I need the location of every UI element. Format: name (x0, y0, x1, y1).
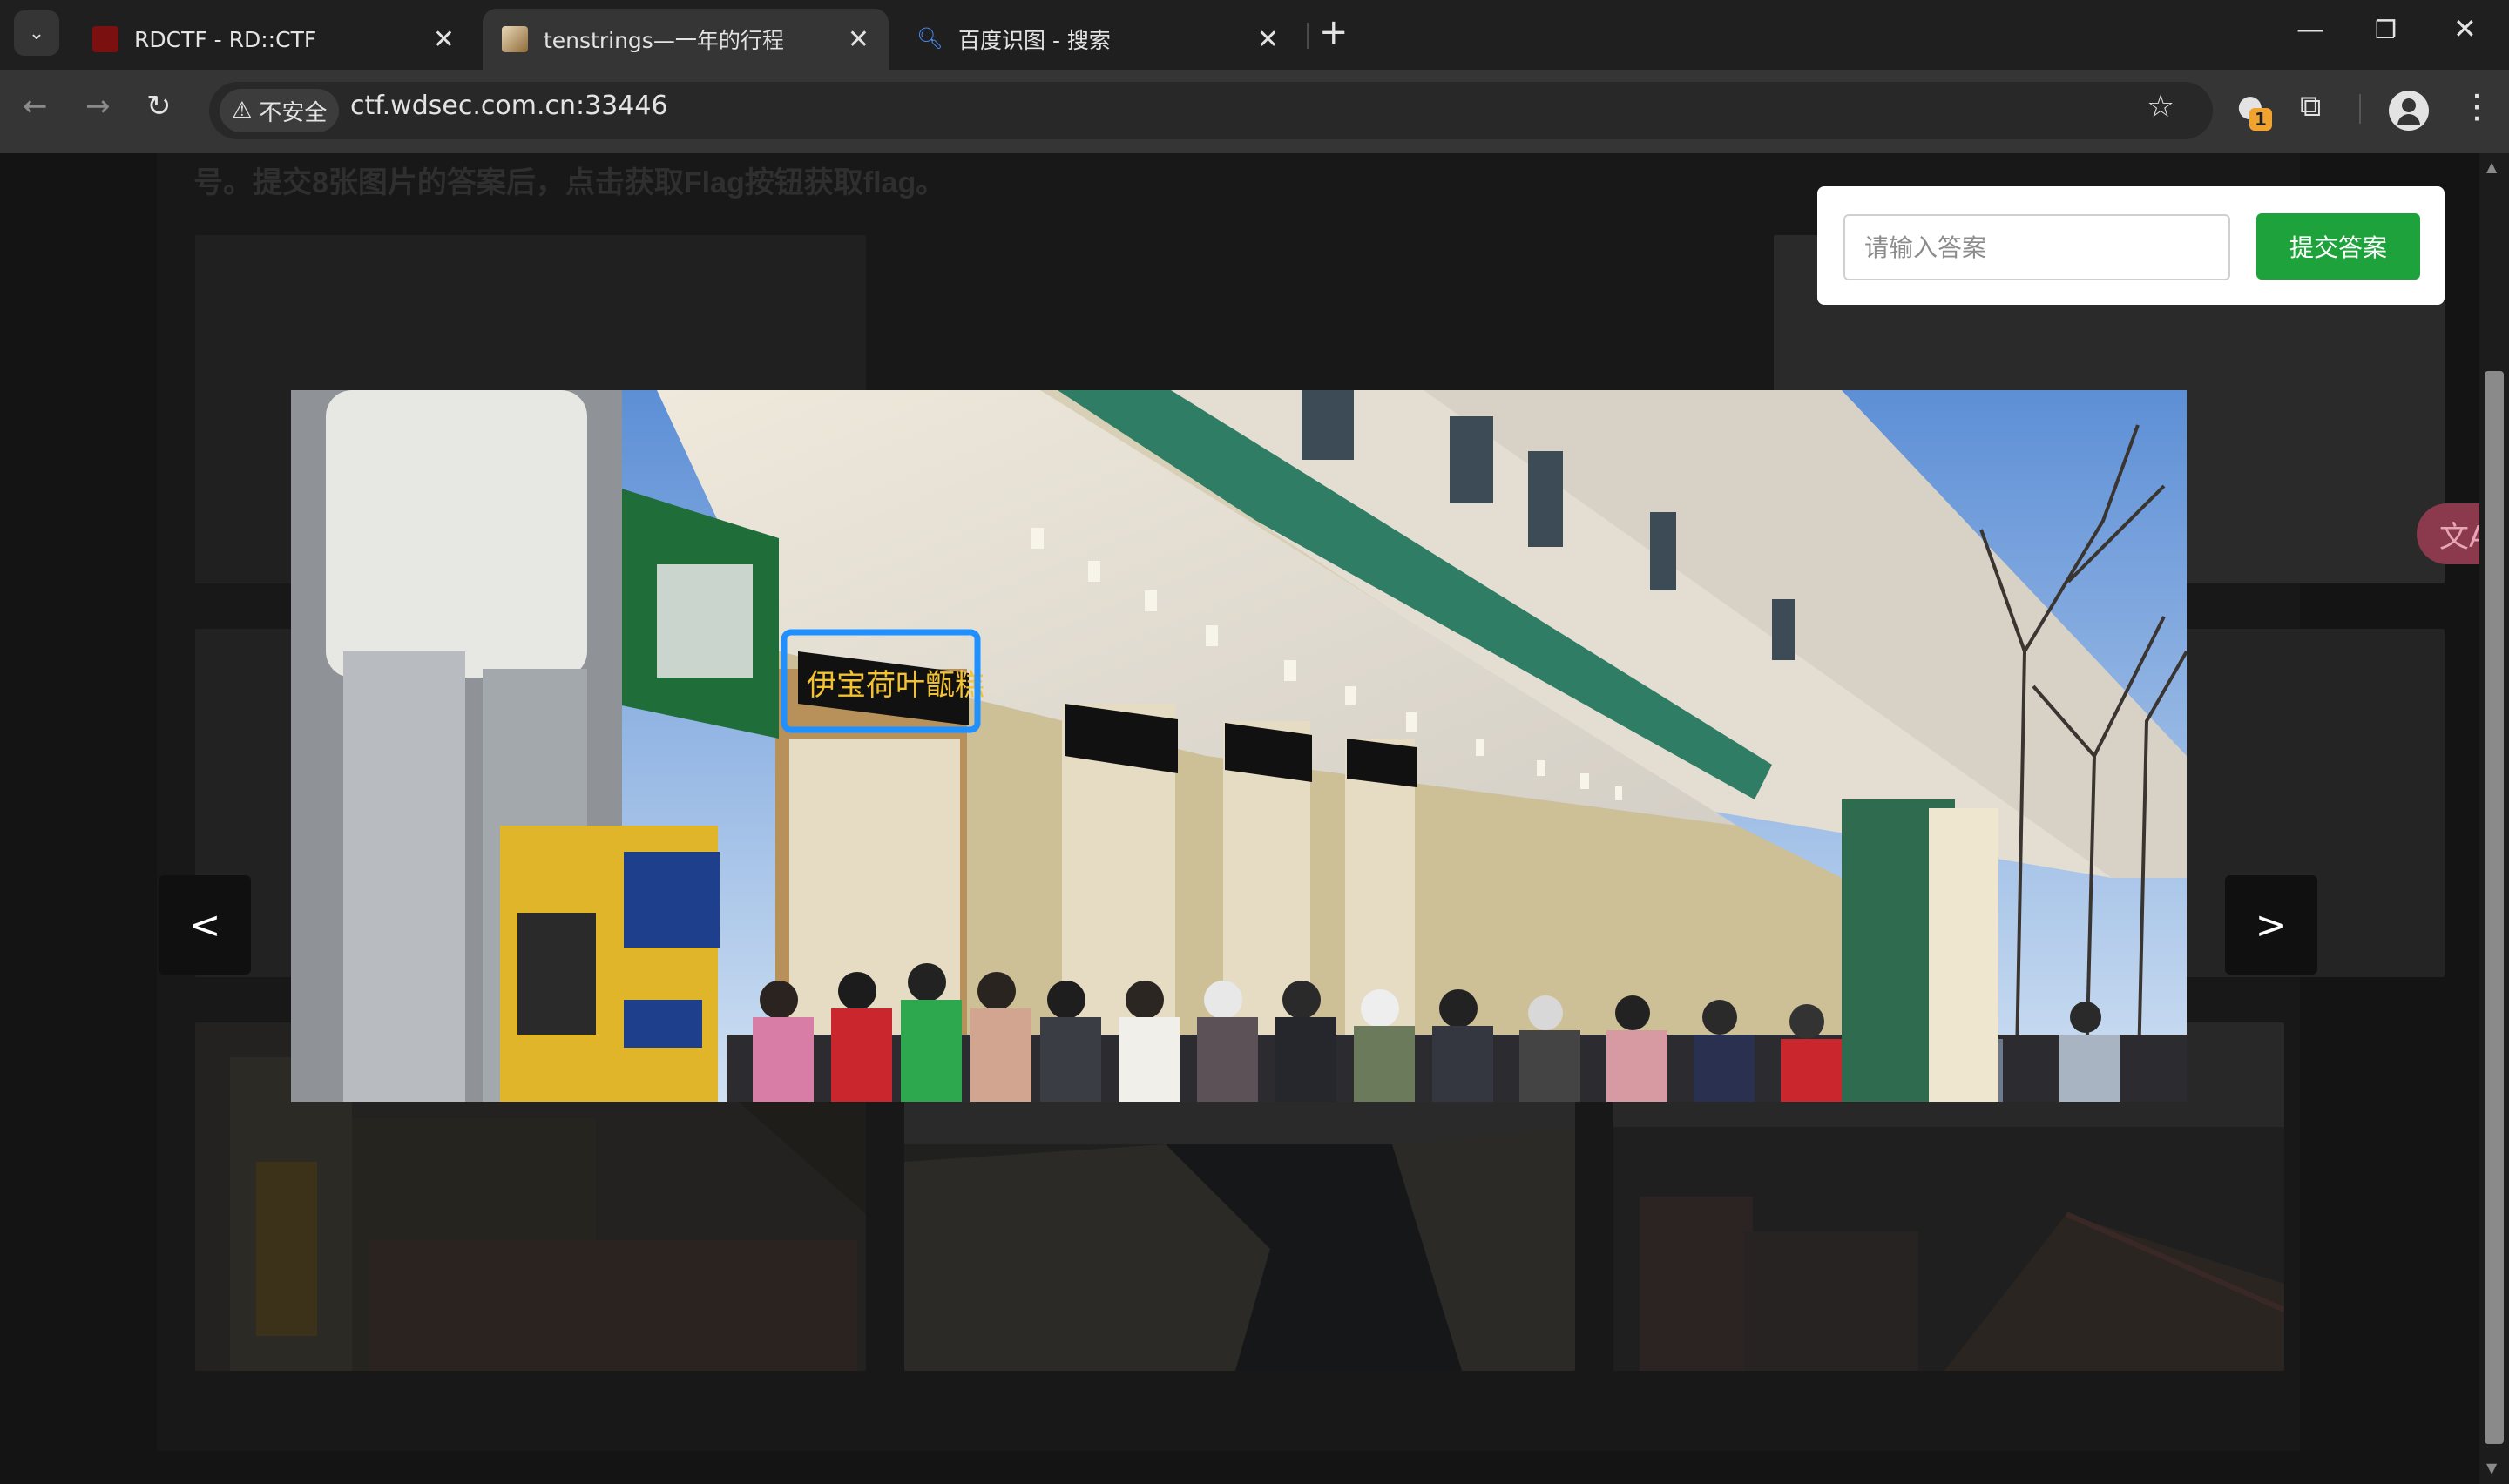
tab-baidu[interactable]: 🔍︎ 百度识图 - 搜索 ✕ (897, 9, 1298, 70)
warning-icon: ⚠ (232, 98, 253, 124)
tab-title: tenstrings—一年的行程 (544, 28, 784, 53)
menu-dots-icon[interactable]: ⋮ (2460, 87, 2493, 125)
street-photo: 伊宝荷叶甑糕 (291, 390, 2187, 1102)
rdctf-logo-icon (92, 26, 118, 52)
lightbox-photo: 伊宝荷叶甑糕 (291, 390, 2187, 1102)
tab-title: 百度识图 - 搜索 (958, 28, 1111, 53)
submit-answer-button[interactable]: 提交答案 (2256, 213, 2420, 280)
chevron-down-icon: ⌄ (28, 22, 45, 44)
answer-input[interactable] (1843, 214, 2230, 280)
new-tab-button[interactable]: + (1319, 12, 1349, 52)
tab-title: RDCTF - RD::CTF (134, 26, 317, 52)
tab-divider (1307, 23, 1309, 49)
tab-rdctf[interactable]: RDCTF - RD::CTF ✕ (73, 9, 474, 70)
security-label: 不安全 (259, 99, 328, 126)
answer-panel: 提交答案 (1817, 186, 2445, 305)
tab-search-button[interactable]: ⌄ (14, 10, 59, 56)
reload-icon[interactable]: ↻ (146, 89, 172, 124)
minimize-icon[interactable]: — (2296, 12, 2324, 45)
next-arrow-button[interactable]: > (2225, 875, 2317, 975)
prev-arrow-button[interactable]: < (159, 875, 251, 975)
close-icon[interactable]: ✕ (433, 24, 455, 55)
window-close-icon[interactable]: ✕ (2453, 12, 2477, 45)
tab-tenstrings[interactable]: tenstrings—一年的行程 ✕ (483, 9, 889, 70)
page-viewport: 号。提交8张图片的答案后，点击获取Flag按钮获取flag。 伊宝荷叶甑糕 < … (0, 153, 2509, 1484)
toolbar-divider (2359, 94, 2361, 124)
profile-avatar[interactable] (2389, 91, 2429, 131)
close-icon[interactable]: ✕ (848, 24, 869, 55)
sign-text: 伊宝荷叶甑糕 (807, 668, 984, 703)
restore-icon[interactable]: ❐ (2375, 16, 2397, 44)
puzzle-icon[interactable]: ⧉ (2300, 89, 2321, 124)
search-icon: 🔍︎ (916, 26, 943, 51)
site-info-chip[interactable]: ⚠ 不安全 (220, 89, 340, 132)
photo-icon (502, 26, 528, 52)
scroll-up-icon[interactable]: ▲ (2486, 159, 2497, 175)
close-icon[interactable]: ✕ (1257, 24, 1279, 55)
url-text[interactable]: ctf.wdsec.com.cn:33446 (350, 91, 668, 121)
bookmark-star-icon[interactable]: ☆ (2147, 89, 2174, 125)
back-icon[interactable]: ← (23, 89, 48, 124)
instruction-text: 号。提交8张图片的答案后，点击获取Flag按钮获取flag。 (193, 166, 946, 199)
extension-badge: 1 (2249, 108, 2272, 131)
scroll-down-icon[interactable]: ▼ (2486, 1460, 2497, 1476)
forward-icon[interactable]: → (85, 89, 111, 124)
scrollbar-thumb[interactable] (2485, 371, 2504, 1444)
